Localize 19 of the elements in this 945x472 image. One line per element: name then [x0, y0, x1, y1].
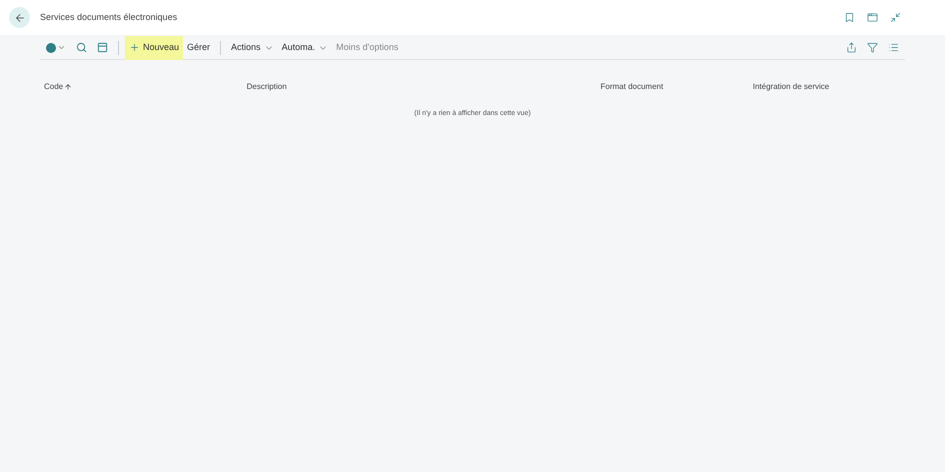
- back-button[interactable]: [9, 7, 30, 28]
- filter-icon[interactable]: [867, 42, 878, 53]
- column-header[interactable]: Intégration de service: [752, 81, 830, 93]
- column-header[interactable]: Description: [246, 81, 287, 93]
- panel-icon[interactable]: [97, 42, 108, 53]
- page-title: Services documents électroniques: [40, 10, 178, 24]
- menu-button[interactable]: Automa.: [278, 36, 332, 60]
- bookmark-icon[interactable]: [844, 12, 855, 23]
- back-arrow-icon: [14, 12, 26, 24]
- search-icon[interactable]: [76, 42, 87, 53]
- share-icon[interactable]: [846, 42, 857, 53]
- plus-icon: [129, 42, 140, 53]
- menu-button[interactable]: Actions: [227, 36, 278, 60]
- new-button[interactable]: Nouveau: [125, 36, 184, 60]
- collapse-icon[interactable]: [890, 12, 901, 23]
- window-icon[interactable]: [867, 12, 878, 23]
- toolbar-button[interactable]: Gérer: [183, 36, 214, 60]
- column-header[interactable]: Code: [44, 81, 64, 93]
- column-header[interactable]: Format document: [600, 81, 664, 93]
